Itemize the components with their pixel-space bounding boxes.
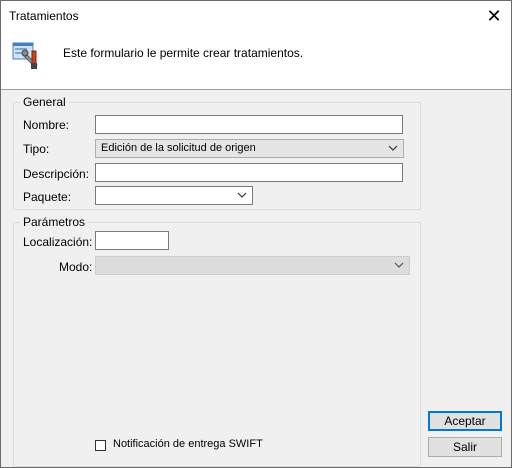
nombre-label: Nombre: — [23, 118, 70, 132]
chevron-down-icon — [237, 192, 247, 198]
descripcion-label: Descripción: — [23, 167, 90, 181]
tipo-label: Tipo: — [23, 142, 50, 156]
tipo-select-value: Edición de la solicitud de origen — [101, 142, 256, 154]
descripcion-input[interactable] — [95, 163, 403, 182]
swift-notification-checkbox[interactable] — [95, 440, 106, 451]
modo-select[interactable] — [95, 256, 410, 275]
dialog-window: Tratamientos ✕ Este formulario le permit… — [0, 0, 512, 468]
localizacion-label: Localización: — [23, 235, 93, 249]
title-bar: Tratamientos ✕ — [1, 1, 511, 31]
localizacion-input[interactable] — [95, 231, 169, 250]
header-description: Este formulario le permite crear tratami… — [63, 46, 304, 60]
tipo-select[interactable]: Edición de la solicitud de origen — [95, 139, 404, 158]
chevron-down-icon — [394, 262, 404, 268]
header-banner: Este formulario le permite crear tratami… — [1, 31, 511, 90]
close-icon: ✕ — [486, 5, 502, 26]
paquete-label: Paquete: — [23, 190, 72, 204]
chevron-down-icon — [388, 145, 398, 151]
accept-button[interactable]: Aceptar — [428, 411, 502, 431]
exit-button[interactable]: Salir — [428, 437, 502, 457]
general-group-title: General — [20, 95, 69, 109]
swift-notification-label: Notificación de entrega SWIFT — [113, 438, 263, 450]
modo-label: Modo: — [59, 260, 93, 274]
tools-icon — [12, 42, 38, 69]
paquete-select[interactable] — [95, 186, 253, 205]
parametros-group-title: Parámetros — [20, 215, 89, 229]
window-title: Tratamientos — [9, 9, 79, 23]
close-button[interactable]: ✕ — [477, 1, 511, 31]
nombre-input[interactable] — [95, 115, 403, 134]
